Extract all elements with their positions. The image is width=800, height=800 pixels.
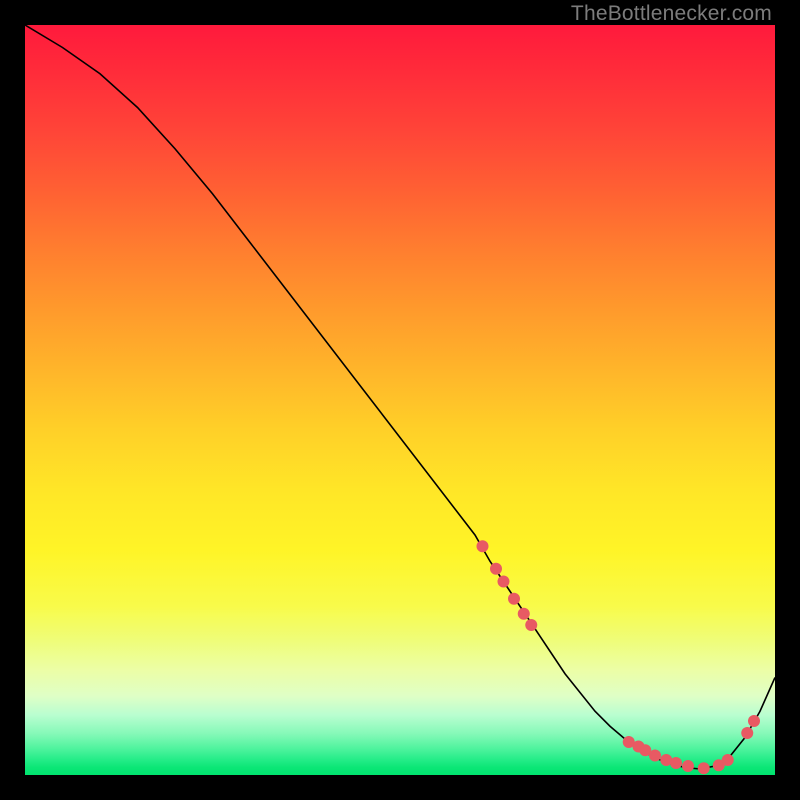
plot-area [25,25,775,775]
data-point-marker [490,563,502,575]
watermark-text: TheBottlenecker.com [571,2,772,26]
data-point-marker [525,619,537,631]
curve-markers [477,540,761,774]
curve-layer [25,25,775,775]
data-point-marker [518,608,530,620]
bottleneck-curve [25,25,775,769]
data-point-marker [682,760,694,772]
data-point-marker [748,715,760,727]
data-point-marker [670,757,682,769]
data-point-marker [649,750,661,762]
data-point-marker [722,754,734,766]
data-point-marker [508,593,520,605]
data-point-marker [741,727,753,739]
data-point-marker [698,762,710,774]
data-point-marker [498,576,510,588]
chart-frame: TheBottlenecker.com [0,0,800,800]
data-point-marker [477,540,489,552]
